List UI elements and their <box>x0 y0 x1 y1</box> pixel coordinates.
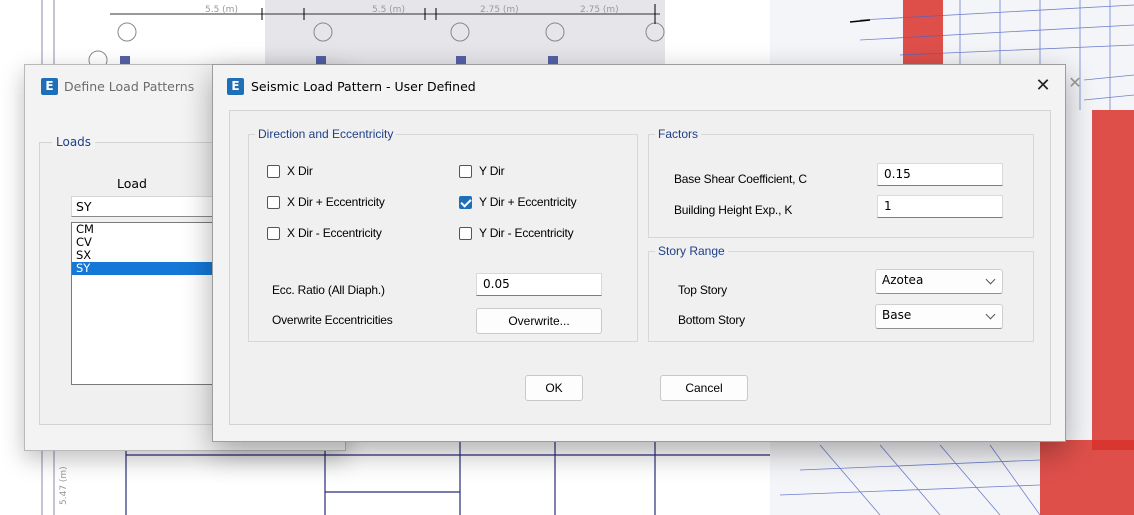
define-load-patterns-title: Define Load Patterns <box>64 79 195 94</box>
bottom-story-label: Bottom Story <box>678 313 745 327</box>
x-dir-minus-ecc-checkbox[interactable]: X Dir - Eccentricity <box>267 224 382 242</box>
top-story-select[interactable]: Azotea <box>875 269 1003 294</box>
building-height-exp-input[interactable]: 1 <box>877 195 1003 218</box>
chevron-down-icon <box>985 274 996 285</box>
x-dir-plus-ecc-check-icon <box>267 195 280 209</box>
cancel-button[interactable]: Cancel <box>660 375 748 401</box>
chevron-down-icon <box>985 309 996 320</box>
overwrite-button[interactable]: Overwrite... <box>476 308 602 334</box>
plan-dim-1: 5.5 (m) <box>205 5 238 15</box>
overwrite-eccentricities-label: Overwrite Eccentricities <box>272 313 393 327</box>
x-dir-plus-ecc-label: X Dir + Eccentricity <box>287 195 385 209</box>
y-dir-minus-ecc-check-icon <box>459 226 472 240</box>
load-name-input[interactable]: SY <box>71 196 231 217</box>
factors-group <box>648 134 1034 238</box>
load-column-label: Load <box>117 176 147 191</box>
y-dir-plus-ecc-check-icon <box>459 195 472 209</box>
dialog-title: Seismic Load Pattern - User Defined <box>251 79 476 94</box>
building-height-exp-label: Building Height Exp., K <box>674 203 793 217</box>
top-story-label: Top Story <box>678 283 727 297</box>
ecc-ratio-label: Ecc. Ratio (All Diaph.) <box>272 283 385 297</box>
y-dir-checkbox[interactable]: Y Dir <box>459 162 505 180</box>
x-dir-minus-ecc-check-icon <box>267 226 280 240</box>
factors-legend: Factors <box>655 127 702 141</box>
plan-dim-3: 2.75 (m) <box>480 5 519 15</box>
y-dir-check-icon <box>459 164 472 178</box>
bottom-story-select[interactable]: Base <box>875 304 1003 329</box>
loads-group-legend: Loads <box>52 135 96 149</box>
plan-dim-4: 2.75 (m) <box>580 5 619 15</box>
etabs-app-icon: E <box>227 78 244 95</box>
base-shear-coefficient-input[interactable]: 0.15 <box>877 163 1003 186</box>
etabs-app-icon: E <box>41 78 58 95</box>
list-item[interactable]: CV <box>72 236 230 249</box>
plan-side-dim: 5.47 (m) <box>59 466 69 505</box>
x-dir-checkbox[interactable]: X Dir <box>267 162 313 180</box>
y-dir-label: Y Dir <box>479 164 505 178</box>
list-item[interactable]: SY <box>72 262 230 275</box>
direction-eccentricity-legend: Direction and Eccentricity <box>255 127 397 141</box>
list-item[interactable]: SX <box>72 249 230 262</box>
close-icon[interactable]: ✕ <box>1031 73 1055 99</box>
ok-button[interactable]: OK <box>525 375 583 401</box>
plan-dim-2: 5.5 (m) <box>372 5 405 15</box>
bottom-story-value: Base <box>882 308 912 322</box>
seismic-load-pattern-dialog[interactable]: E Seismic Load Pattern - User Defined ✕ … <box>212 64 1066 442</box>
story-range-legend: Story Range <box>655 244 728 258</box>
y-dir-plus-ecc-label: Y Dir + Eccentricity <box>479 195 577 209</box>
x-dir-minus-ecc-label: X Dir - Eccentricity <box>287 226 382 240</box>
top-story-value: Azotea <box>882 273 924 287</box>
y-dir-minus-ecc-checkbox[interactable]: Y Dir - Eccentricity <box>459 224 574 242</box>
x-dir-label: X Dir <box>287 164 313 178</box>
ecc-ratio-input[interactable]: 0.05 <box>476 273 602 296</box>
dialog-content-panel: Direction and Eccentricity X Dir Y Dir X… <box>229 110 1051 425</box>
define-load-patterns-close-icon[interactable]: ✕ <box>1066 72 1084 94</box>
load-patterns-list[interactable]: CM CV SX SY <box>71 222 231 385</box>
base-shear-coefficient-label: Base Shear Coefficient, C <box>674 172 807 186</box>
list-item[interactable]: CM <box>72 223 230 236</box>
y-dir-plus-ecc-checkbox[interactable]: Y Dir + Eccentricity <box>459 193 577 211</box>
x-dir-plus-ecc-checkbox[interactable]: X Dir + Eccentricity <box>267 193 385 211</box>
y-dir-minus-ecc-label: Y Dir - Eccentricity <box>479 226 574 240</box>
x-dir-check-icon <box>267 164 280 178</box>
